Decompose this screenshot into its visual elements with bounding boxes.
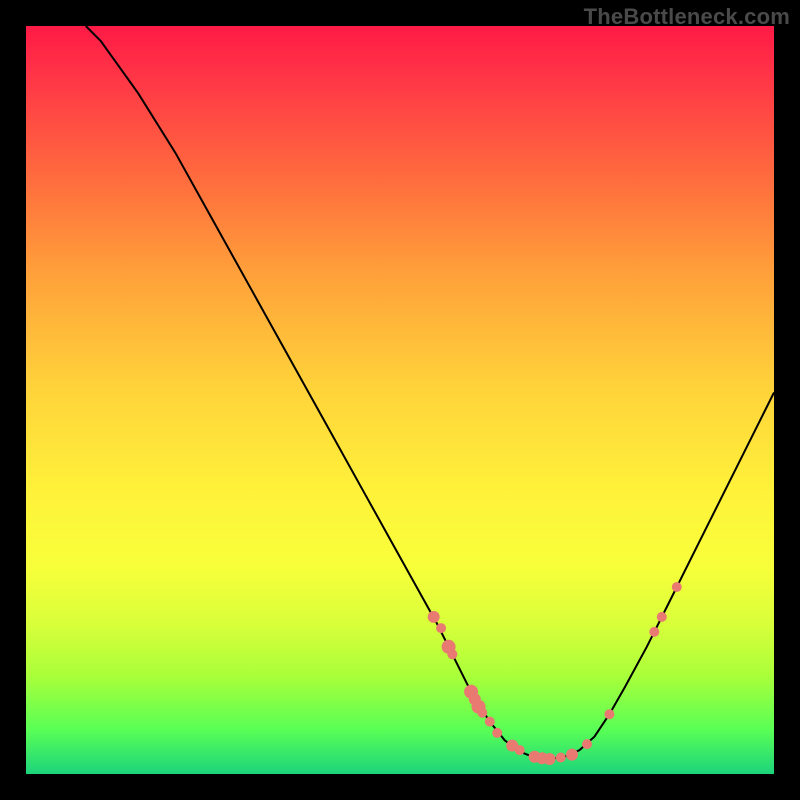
- marker-group: [428, 582, 682, 765]
- data-marker: [649, 627, 659, 637]
- data-marker: [428, 611, 440, 623]
- data-marker: [604, 709, 614, 719]
- data-marker: [485, 717, 495, 727]
- data-marker: [447, 649, 457, 659]
- data-marker: [657, 612, 667, 622]
- data-marker: [556, 753, 566, 763]
- data-marker: [492, 728, 502, 738]
- chart-svg: [26, 26, 774, 774]
- data-marker: [436, 623, 446, 633]
- bottleneck-curve: [86, 26, 774, 759]
- data-marker: [672, 582, 682, 592]
- data-marker: [515, 745, 525, 755]
- data-marker: [477, 708, 487, 718]
- data-marker: [582, 739, 592, 749]
- data-marker: [544, 753, 556, 765]
- data-marker: [566, 749, 578, 761]
